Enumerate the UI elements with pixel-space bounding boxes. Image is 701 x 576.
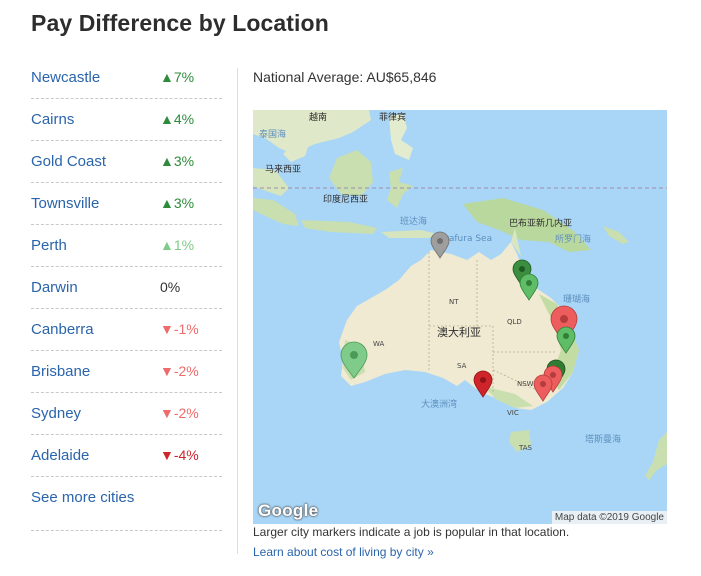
city-link-darwin[interactable]: Darwin (31, 279, 78, 296)
location-map[interactable]: 越南 菲律宾 泰国海 马来西亚 印度尼西亚 班达海 Arafura Sea 巴布… (253, 110, 667, 524)
map-label-wa: WA (373, 340, 385, 348)
map-label-tasman-sea: 塔斯曼海 (585, 433, 621, 445)
city-link-brisbane[interactable]: Brisbane (31, 363, 90, 380)
map-label-solomon-sea: 所罗门海 (555, 233, 591, 245)
map-label-nsw: NSW (517, 380, 534, 388)
map-label-sa: SA (457, 362, 467, 370)
sumatra (253, 198, 299, 226)
see-more-row: See more cities (31, 477, 222, 531)
list-item: Brisbane ▼-2% (31, 351, 222, 393)
cost-of-living-link[interactable]: Learn about cost of living by city » (253, 545, 434, 559)
map-label-vic: VIC (507, 409, 519, 417)
map-label-philippines: 菲律宾 (379, 111, 406, 123)
pay-change: ▲4% (160, 111, 195, 127)
map-label-nt: NT (449, 298, 459, 306)
city-pay-list: Newcastle ▲7% Cairns ▲4% Gold Coast ▲3% … (31, 57, 222, 531)
map-label-png: 巴布亚新几内亚 (509, 217, 572, 229)
list-item: Darwin 0% (31, 267, 222, 309)
map-label-vietnam: 越南 (309, 111, 327, 123)
map-label-hainan-sea: 泰国海 (259, 128, 286, 140)
borneo (329, 150, 373, 196)
national-average: National Average: AU$65,846 (253, 69, 437, 85)
city-link-gold-coast[interactable]: Gold Coast (31, 153, 106, 170)
city-link-newcastle[interactable]: Newcastle (31, 69, 100, 86)
java (301, 220, 377, 234)
lesser-sunda (381, 230, 437, 238)
pay-change: ▲7% (160, 69, 195, 85)
map-canvas: 越南 菲律宾 泰国海 马来西亚 印度尼西亚 班达海 Arafura Sea 巴布… (253, 110, 667, 480)
map-caption: Larger city markers indicate a job is po… (253, 525, 570, 539)
solomon-islands (603, 226, 629, 244)
pay-change: ▼-2% (160, 363, 199, 379)
list-item: Cairns ▲4% (31, 99, 222, 141)
map-label-great-bight: 大澳洲湾 (421, 398, 457, 410)
map-label-banda-sea: 班达海 (400, 215, 427, 227)
pay-change: ▼-1% (160, 321, 199, 337)
city-link-adelaide[interactable]: Adelaide (31, 447, 89, 464)
pay-change: ▲1% (160, 237, 195, 253)
map-attribution[interactable]: Map data ©2019 Google (551, 511, 667, 524)
map-label-tas: TAS (518, 444, 533, 452)
page-title: Pay Difference by Location (31, 10, 329, 36)
list-item: Townsville ▲3% (31, 183, 222, 225)
map-label-indonesia: 印度尼西亚 (323, 193, 368, 205)
city-link-sydney[interactable]: Sydney (31, 405, 81, 422)
pay-change: 0% (160, 279, 181, 295)
map-label-coral-sea: 珊瑚海 (563, 293, 590, 305)
map-label-malaysia: 马来西亚 (265, 164, 301, 175)
map-label-australia: 澳大利亚 (437, 325, 481, 339)
list-item: Perth ▲1% (31, 225, 222, 267)
city-link-perth[interactable]: Perth (31, 237, 67, 254)
column-divider (237, 68, 238, 554)
city-link-townsville[interactable]: Townsville (31, 195, 99, 212)
city-link-canberra[interactable]: Canberra (31, 321, 94, 338)
list-item: Adelaide ▼-4% (31, 435, 222, 477)
new-zealand (645, 432, 667, 480)
pay-change: ▲3% (160, 153, 195, 169)
pay-change: ▼-4% (160, 447, 199, 463)
see-more-cities-link[interactable]: See more cities (31, 489, 134, 506)
map-label-qld: QLD (507, 318, 522, 326)
pay-change: ▲3% (160, 195, 195, 211)
pay-change: ▼-2% (160, 405, 199, 421)
list-item: Gold Coast ▲3% (31, 141, 222, 183)
city-link-cairns[interactable]: Cairns (31, 111, 74, 128)
list-item: Sydney ▼-2% (31, 393, 222, 435)
google-logo: Google (258, 501, 319, 520)
list-item: Newcastle ▲7% (31, 57, 222, 99)
list-item: Canberra ▼-1% (31, 309, 222, 351)
